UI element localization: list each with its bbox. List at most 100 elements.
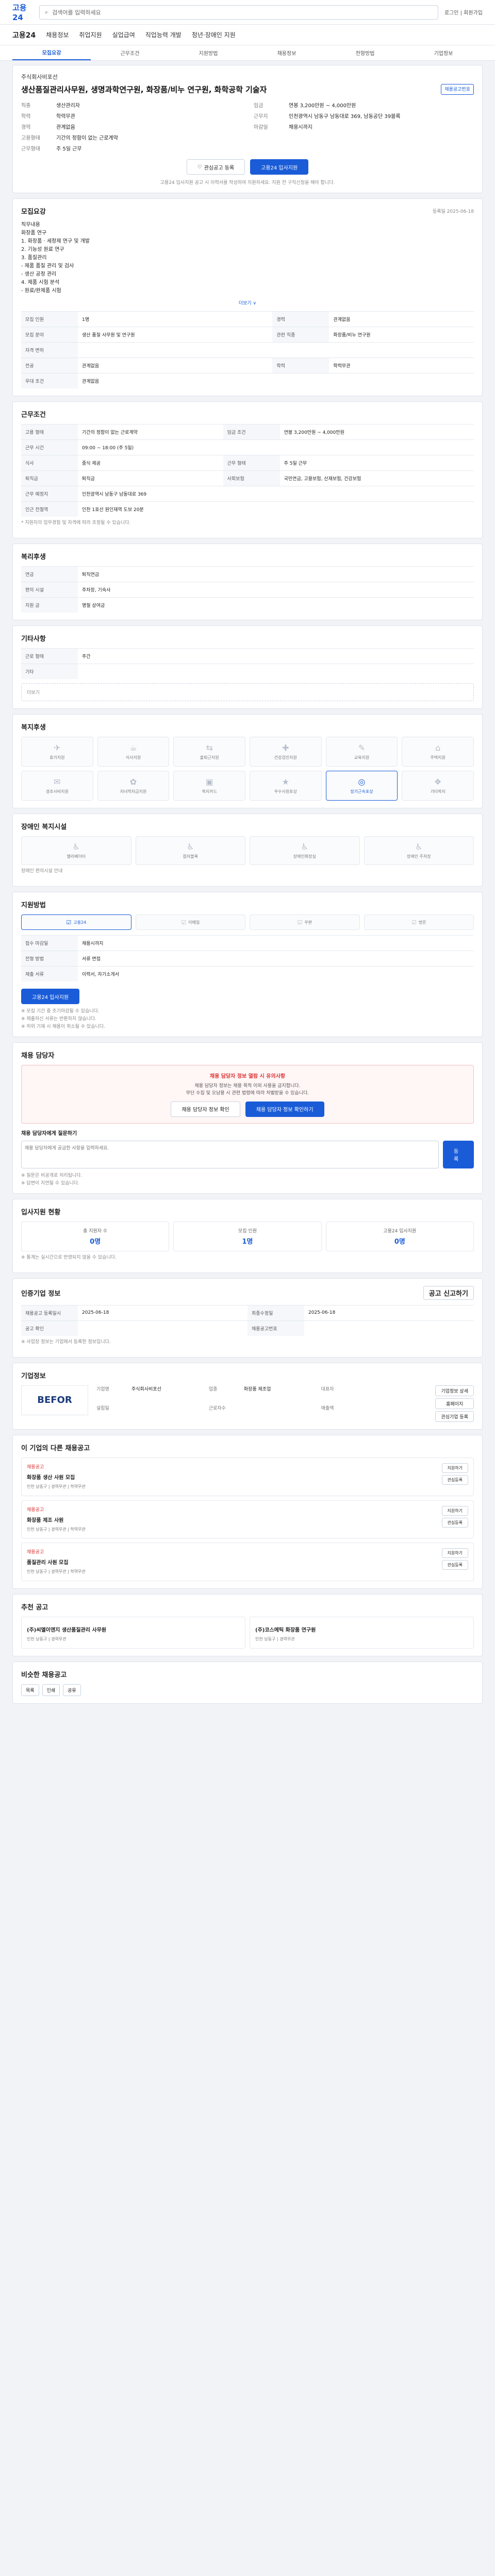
tab[interactable]: 전형방법 xyxy=(326,45,404,60)
nav-item[interactable]: 취업지원 xyxy=(79,30,102,39)
welfare2-section: 장애인 복지시설 ♿ 엘리베이터 ♿ 점자블록 ♿ 장애인화장실 ♿ 장애인 주차장 장애인 … xyxy=(12,814,483,887)
tab[interactable]: 지원방법 xyxy=(169,45,248,60)
main-nav: 고용24 채용정보 취업지원 실업급여 직업능력 개발 청년·장애인 지원 xyxy=(0,25,495,45)
recruit-table: 모집 인원 1명 경력 관계없음 모집 분야 생산 품질 사무원 및 연구원 관련 직종 화… xyxy=(21,311,474,388)
nav-item[interactable]: 채용정보 xyxy=(46,30,69,39)
section-title: 복리후생 xyxy=(21,553,46,561)
facility-icons: ♿ 엘리베이터 ♿ 점자블록 ♿ 장애인화장실 ♿ 장애인 주차장 xyxy=(21,836,474,865)
nav-home[interactable]: 고용24 xyxy=(12,30,36,40)
others-section: 이 기업의 다른 채용공고 채용공고 화장품 생산 사원 모집 인천 남동구 | 경… xyxy=(12,1434,483,1589)
info-note: ※ 사업장 정보는 기업에서 등록한 정보입니다. xyxy=(21,1339,111,1345)
welfare-item: ⌂ 주택지원 xyxy=(402,737,474,767)
section-tabs: 모집요강 근무조건 지원방법 채용정보 전형방법 기업정보 xyxy=(0,45,495,61)
facility-item: ♿ 점자블록 xyxy=(135,836,245,865)
print-button[interactable]: 인쇄 xyxy=(42,1684,60,1696)
question-input[interactable] xyxy=(21,1140,439,1168)
scrap-label: 관심공고 등록 xyxy=(204,165,235,171)
tab[interactable]: 채용정보 xyxy=(248,45,326,60)
other-favorite-button[interactable]: 관심등록 xyxy=(441,1517,468,1528)
welfare-item: ☕ 식사지원 xyxy=(97,737,170,767)
method-label: 이메일 xyxy=(188,920,200,925)
apply-button[interactable]: 고용24 입사지원 xyxy=(250,159,309,175)
tab[interactable]: 모집요강 xyxy=(12,45,91,60)
apply-note: ※ 모집 기간 중 조기마감될 수 있습니다. xyxy=(21,1009,100,1014)
recruit-section: 모집요강 등록일 2025-06-18 직무내용 화장품 연구 1. 화장품 · … xyxy=(12,198,483,396)
label: 고용형태 xyxy=(21,135,40,141)
method-label: 우편 xyxy=(304,920,312,925)
section-title: 추천 공고 xyxy=(21,1604,48,1612)
section-title: 인증기업 정보 xyxy=(21,1290,61,1298)
other-job-card[interactable]: 채용공고 화장품 제조 사원 인천 남동구 | 경력무관 | 학력무관 지원하기 관심등… xyxy=(21,1500,474,1539)
other-favorite-button[interactable]: 관심등록 xyxy=(441,1475,468,1485)
share-button[interactable]: 공유 xyxy=(63,1684,81,1696)
welfare-section: 복지후생 ✈ 휴가지원 ☕ 식사지원 ⇆ 출퇴근지원 ✚ 건강검진지원 ✎ 교육지원 ⌂ 주택지원 ✉ 경… xyxy=(12,714,483,808)
section-title: 채용 담당자 xyxy=(21,1052,55,1060)
welfare-item: ⇆ 출퇴근지원 xyxy=(173,737,245,767)
etc-more[interactable]: 더보기 xyxy=(21,683,474,701)
other-favorite-button[interactable]: 관심등록 xyxy=(441,1560,468,1570)
stats-section: 입사지원 현황 총 지원자 수 0명 모집 인원 1명 고용24 입사지원 0명 ※ … xyxy=(12,1198,483,1273)
search-box[interactable]: ⌕ 검색어를 입력하세요 xyxy=(39,5,438,20)
nav-item[interactable]: 직업능력 개발 xyxy=(145,30,182,39)
apply-method: ☑ 이메일 xyxy=(135,914,245,930)
qa-section: 채용 담당자 채용 담당자 정보 열람 시 유의사항 채용 담당자 정보는 채용… xyxy=(12,1042,483,1194)
company-logo: BEFOR xyxy=(21,1385,88,1415)
welfare-icon: ✚ xyxy=(282,743,289,753)
user-links[interactable]: 로그인 | 회원가입 xyxy=(444,8,483,16)
other-job-card[interactable]: 채용공고 화장품 생산 사원 모집 인천 남동구 | 경력무관 | 학력무관 지원하기… xyxy=(21,1457,474,1496)
apply-methods: ☑ 고용24 ☑ 이메일 ☑ 우편 ☑ 방문 xyxy=(21,914,474,930)
apply-method: ☑ 우편 xyxy=(250,914,360,930)
homepage-button[interactable]: 홈페이지 xyxy=(435,1398,474,1409)
recommend-card[interactable]: (주)코스메틱 화장품 연구원 인천 남동구 | 경력무관 xyxy=(250,1617,474,1649)
qa-note: ※ 질문은 비공개로 처리됩니다. xyxy=(21,1173,82,1178)
nav-item[interactable]: 실업급여 xyxy=(112,30,135,39)
other-apply-button[interactable]: 지원하기 xyxy=(441,1463,468,1473)
value: 주 5일 근무 xyxy=(56,146,82,152)
value: 기간의 정함이 없는 근로계약 xyxy=(56,135,118,141)
welfare-label: 식사지원 xyxy=(125,755,141,760)
contact-alert: 채용 담당자 정보 열람 시 유의사항 채용 담당자 정보는 채용 목적 이외 … xyxy=(21,1065,474,1124)
facility-label: 장애인 주차장 xyxy=(406,854,431,859)
scrap-button[interactable]: ♡ 관심공고 등록 xyxy=(186,159,245,175)
favorite-company-button[interactable]: 관심기업 등록 xyxy=(435,1411,474,1422)
apply-note: ※ 허위 기재 시 채용이 취소될 수 있습니다. xyxy=(21,1024,105,1029)
question-submit-button[interactable]: 등록 xyxy=(443,1140,474,1168)
other-apply-button[interactable]: 지원하기 xyxy=(441,1548,468,1558)
etc-table: 근로 형태 주간 기타 xyxy=(21,648,474,679)
apply-button-2[interactable]: 고용24 입사지원 xyxy=(21,989,80,1004)
site-logo[interactable]: 고용24 xyxy=(12,2,33,22)
stat-box: 총 지원자 수 0명 xyxy=(21,1221,170,1251)
benefit-section: 복리후생 연금 퇴직연금 편의 시설 주차장, 기숙사 지원 금 명절 상여금 xyxy=(12,544,483,620)
nav-item[interactable]: 청년·장애인 지원 xyxy=(192,30,236,39)
company-detail-button[interactable]: 기업정보 상세 xyxy=(435,1385,474,1396)
alert-title: 채용 담당자 정보 열람 시 유의사항 xyxy=(209,1074,286,1079)
report-button[interactable]: 공고 신고하기 xyxy=(423,1285,474,1300)
facility-label: 엘리베이터 xyxy=(67,854,86,859)
work-note: * 지원자의 업무경험 및 자격에 따라 조정될 수 있습니다. xyxy=(21,520,131,526)
welfare-item: ✉ 경조사비지원 xyxy=(21,771,93,801)
apply-table: 접수 마감일 채용시까지 전형 방법 서류 면접 제출 서류 이력서, 자기소개서 xyxy=(21,935,474,981)
welfare-icon: ◎ xyxy=(358,777,366,787)
facility-item: ♿ 장애인 주차장 xyxy=(364,836,474,865)
job-title: 생산품질관리사무원, 생명과학연구원, 화장품/비누 연구원, 화학공학 기술자 xyxy=(21,85,267,94)
list-button[interactable]: 목록 xyxy=(21,1684,39,1696)
label: 근무형태 xyxy=(21,146,40,152)
welfare-label: 우수사원포상 xyxy=(274,789,297,794)
label: 마감일 xyxy=(254,125,268,130)
welfare-label: 출퇴근지원 xyxy=(200,755,219,760)
stat-box: 고용24 입사지원 0명 xyxy=(325,1221,474,1251)
apply-note: 고용24 입사지원 공고 시 이력서를 작성하여 지원하세요. 지원 전 구직신… xyxy=(160,180,335,185)
value: 학력무관 xyxy=(56,114,75,120)
stat-box: 모집 인원 1명 xyxy=(173,1221,322,1251)
section-title: 지원방법 xyxy=(21,902,46,909)
tab[interactable]: 기업정보 xyxy=(404,45,483,60)
other-apply-button[interactable]: 지원하기 xyxy=(441,1505,468,1516)
other-job-card[interactable]: 채용공고 품질관리 사원 모집 인천 남동구 | 경력무관 | 학력무관 지원하기 관심… xyxy=(21,1543,474,1582)
contact-check-button[interactable]: 채용 담당자 정보 확인 xyxy=(171,1101,240,1117)
tab[interactable]: 근무조건 xyxy=(91,45,169,60)
contact-view-button[interactable]: 채용 담당자 정보 확인하기 xyxy=(245,1101,324,1117)
more-button[interactable]: 더보기 ∨ xyxy=(21,299,474,306)
welfare-icon: ✎ xyxy=(358,743,366,753)
recommend-card[interactable]: (주)씨엘이엔지 생산품질관리 사무원 인천 남동구 | 경력무관 xyxy=(21,1617,245,1649)
facility-item: ♿ 엘리베이터 xyxy=(21,836,131,865)
